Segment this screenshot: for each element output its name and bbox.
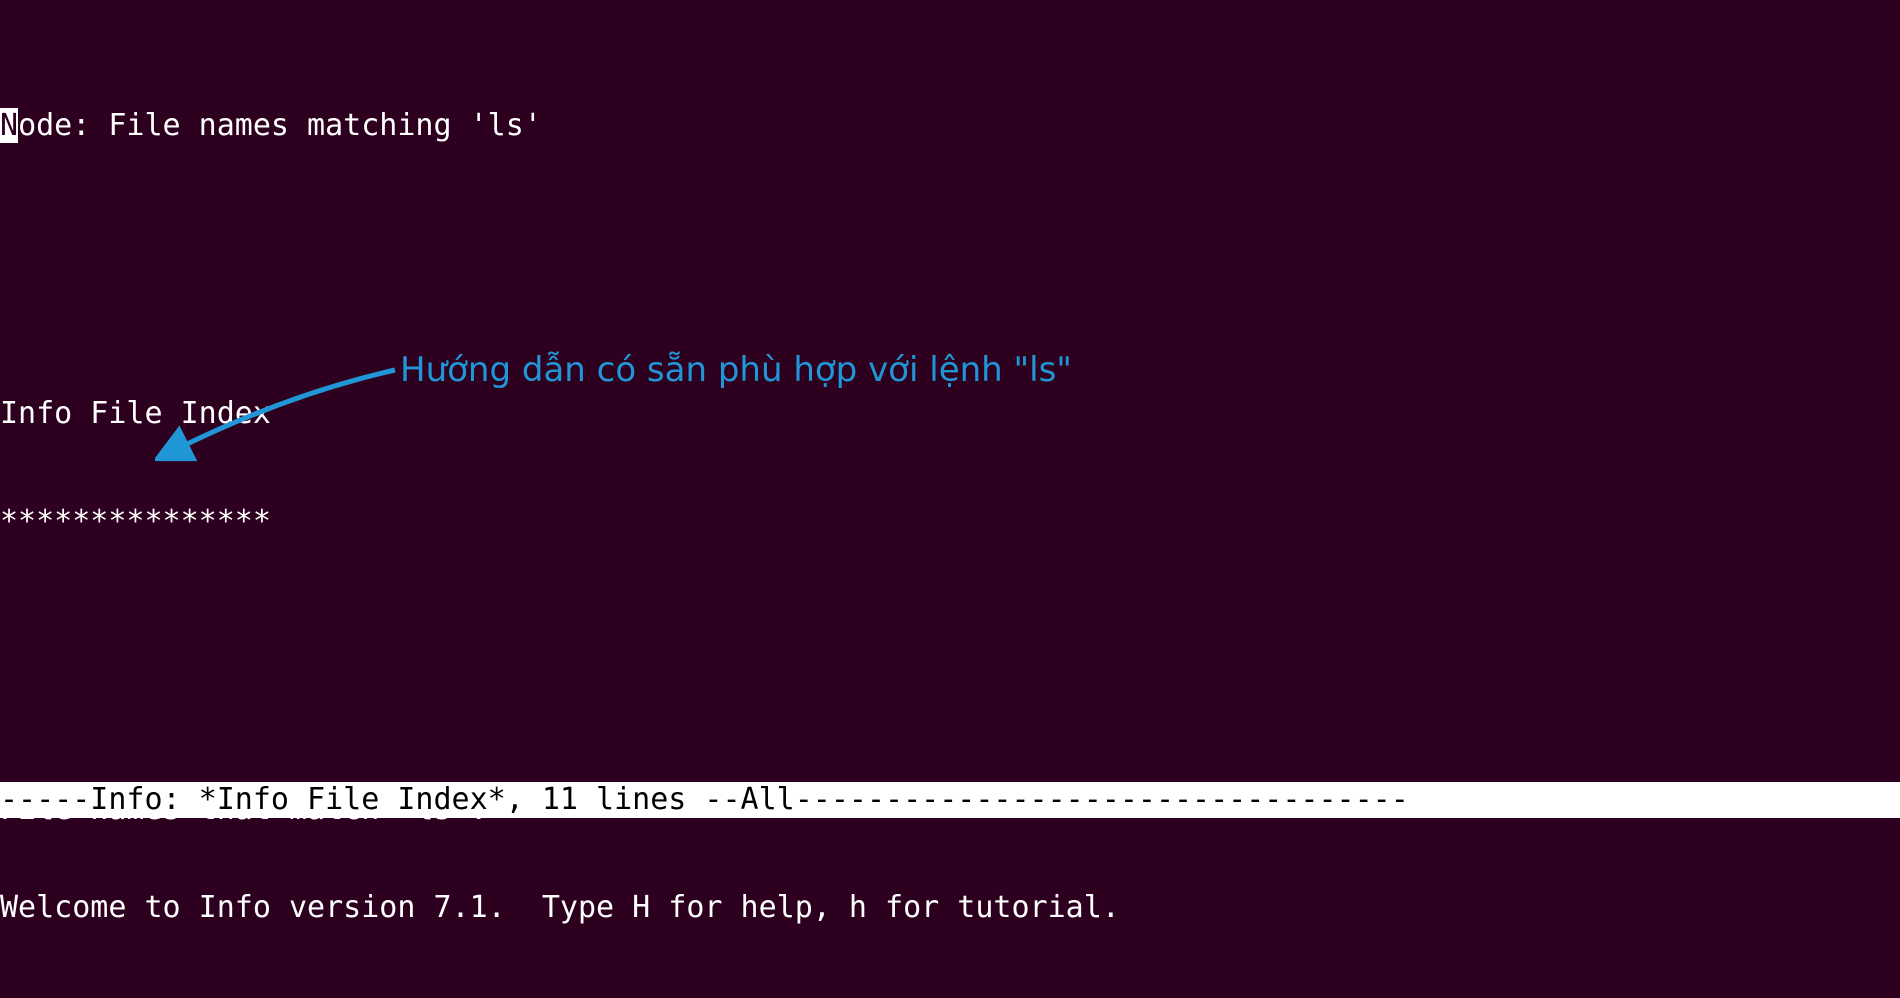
node-title-text: ode: File names matching 'ls': [18, 108, 542, 143]
section-underline: ***************: [0, 504, 1900, 540]
section-title: Info File Index: [0, 396, 1900, 432]
blank-line: [0, 252, 1900, 288]
node-line[interactable]: Node: File names matching 'ls': [0, 108, 1900, 144]
cursor-char: N: [0, 108, 18, 143]
blank-line: [0, 648, 1900, 684]
bottom-block: -----Info: *Info File Index*, 11 lines -…: [0, 710, 1900, 998]
status-bar: -----Info: *Info File Index*, 11 lines -…: [0, 782, 1900, 818]
annotation-text: Hướng dẫn có sẵn phù hợp với lệnh "ls": [400, 350, 1072, 391]
terminal-viewport[interactable]: Node: File names matching 'ls' Info File…: [0, 0, 1900, 998]
welcome-line: Welcome to Info version 7.1. Type H for …: [0, 890, 1900, 926]
